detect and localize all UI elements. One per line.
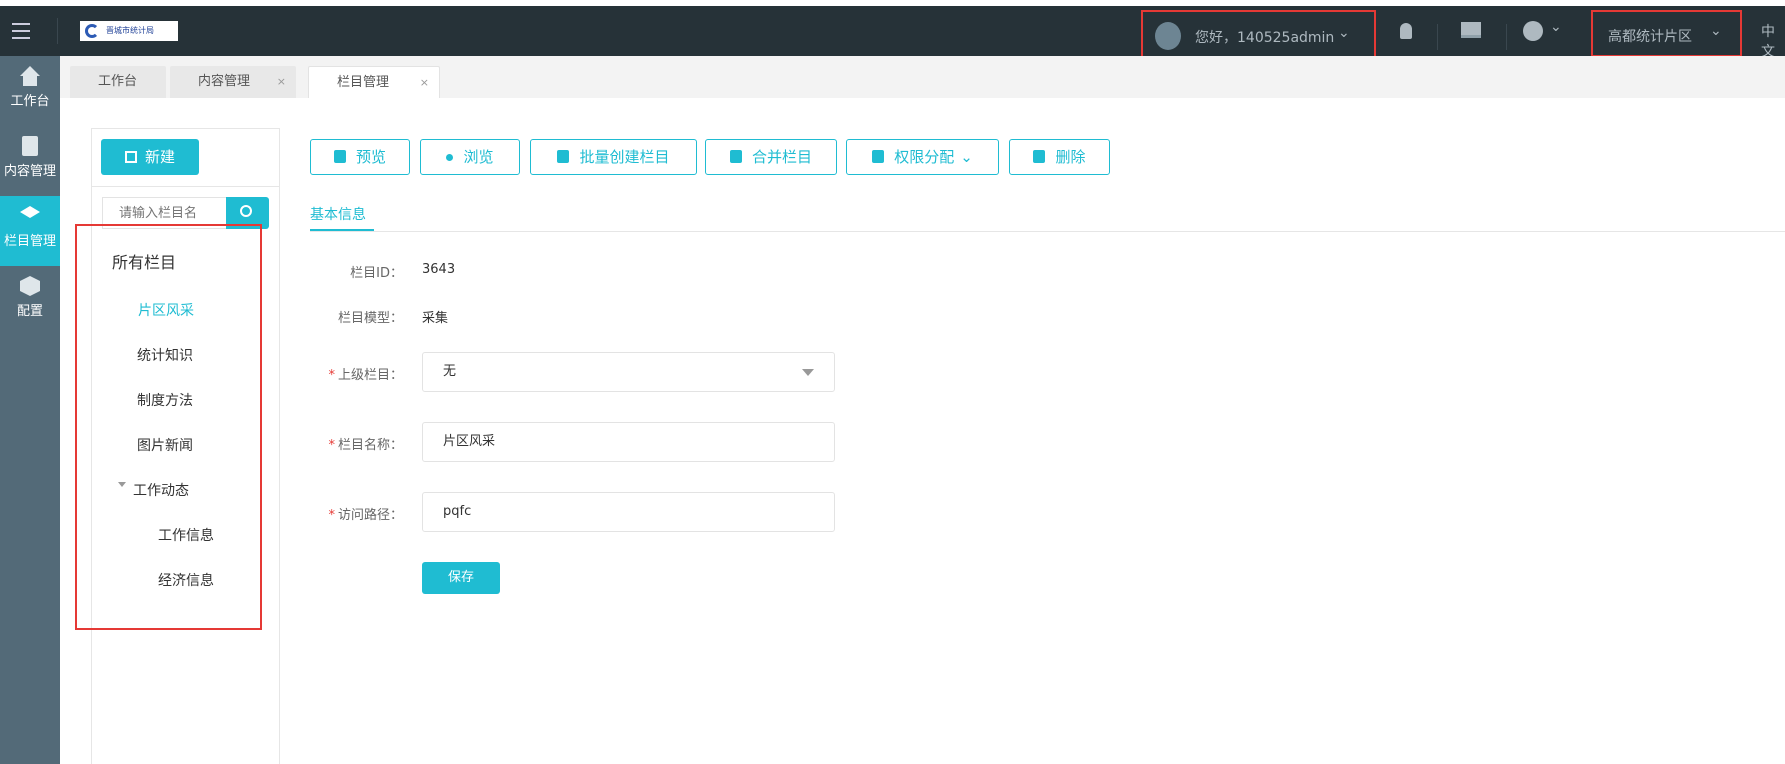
tab-content[interactable]: 内容管理 ×: [170, 66, 296, 98]
path-label: * 访问路径：: [328, 508, 403, 523]
sidebar-item-content[interactable]: 内容管理: [0, 126, 60, 196]
chevron-down-icon: ⌄: [1338, 25, 1350, 41]
tab-columns[interactable]: 栏目管理 ×: [308, 66, 440, 98]
close-icon[interactable]: ×: [420, 67, 429, 99]
tab-bar: 工作台 内容管理 × 栏目管理 ×: [60, 56, 1785, 98]
document-icon: [22, 136, 38, 156]
delete-button[interactable]: 删除: [1009, 139, 1110, 175]
sidebar-item-columns[interactable]: 栏目管理: [0, 196, 60, 266]
model-label: 栏目模型：: [337, 311, 403, 326]
new-button[interactable]: 新建: [101, 139, 199, 175]
eye-icon: [446, 154, 454, 161]
highlight-box: [75, 224, 262, 630]
bell-icon[interactable]: [1400, 23, 1412, 39]
chevron-down-icon: ⌄: [960, 148, 973, 166]
lock-icon: [872, 150, 885, 163]
chevron-down-icon: ⌄: [1710, 23, 1722, 39]
sidebar: 工作台 内容管理 栏目管理 配置: [0, 56, 60, 764]
region-label: 高都统计片区: [1608, 29, 1692, 45]
id-value: 3643: [422, 262, 456, 277]
avatar: [1155, 22, 1181, 50]
id-label: 栏目ID：: [350, 266, 403, 281]
caret-down-icon: [802, 369, 814, 382]
home-icon: [20, 66, 40, 86]
close-icon[interactable]: ×: [277, 66, 286, 98]
sidebar-item-workbench[interactable]: 工作台: [0, 56, 60, 126]
user-greeting: 您好，140525admin: [1195, 30, 1335, 46]
save-button[interactable]: 保存: [422, 562, 500, 594]
region-selector[interactable]: 高都统计片区 ⌄: [1591, 10, 1742, 57]
layers-icon: [20, 206, 40, 218]
logo: 晋城市统计局: [80, 21, 178, 41]
sidebar-item-config[interactable]: 配置: [0, 266, 60, 336]
permissions-button[interactable]: 权限分配 ⌄: [846, 139, 999, 175]
add-icon: [124, 151, 137, 163]
top-bar: 晋城市统计局 您好，140525admin ⌄ ⌄ 高都统计片区 ⌄ 中文: [0, 6, 1785, 60]
tab-basic-info[interactable]: 基本信息: [310, 204, 366, 224]
preview-button[interactable]: 预览: [310, 139, 410, 175]
trash-icon: [1033, 150, 1046, 163]
cube-icon: [20, 276, 40, 296]
name-input[interactable]: 片区风采: [422, 422, 835, 462]
chevron-down-icon: ⌄: [1550, 19, 1562, 35]
palette-icon[interactable]: [1523, 21, 1543, 41]
user-menu[interactable]: 您好，140525admin ⌄: [1141, 10, 1376, 60]
model-value: 采集: [422, 311, 449, 326]
preview-icon: [333, 150, 346, 163]
parent-select[interactable]: 无: [422, 352, 835, 392]
merge-button[interactable]: 合并栏目: [705, 139, 837, 175]
plus-box-icon: [557, 150, 570, 163]
name-label: * 栏目名称：: [328, 438, 403, 453]
merge-icon: [729, 150, 742, 163]
search-icon: [240, 205, 252, 217]
language-selector[interactable]: 中文: [1761, 21, 1785, 61]
path-input[interactable]: pqfc: [422, 492, 835, 532]
menu-toggle-icon[interactable]: [12, 23, 30, 39]
parent-label: * 上级栏目：: [328, 368, 403, 383]
batch-create-button[interactable]: 批量创建栏目: [530, 139, 697, 175]
tab-workbench[interactable]: 工作台: [70, 66, 166, 98]
browse-button[interactable]: 浏览: [420, 139, 520, 175]
monitor-icon[interactable]: [1461, 22, 1481, 38]
